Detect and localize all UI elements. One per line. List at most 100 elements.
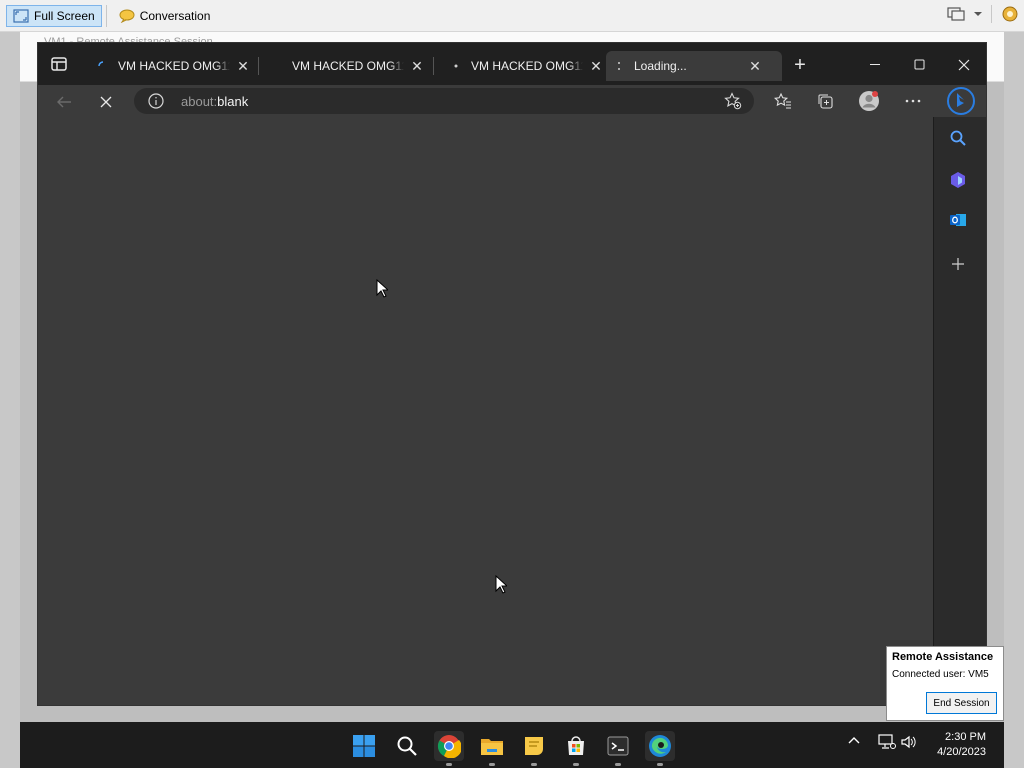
copilot-icon [951,172,965,188]
loading-spinner-icon [618,62,620,70]
collections-icon [818,94,833,109]
stop-loading-button[interactable] [95,91,117,113]
end-session-button[interactable]: End Session [926,692,997,714]
tab-strip: VM HACKED OMG111 ✕ VM HACKED OMG111 ✕ VM… [38,43,986,85]
back-button[interactable] [53,91,75,113]
info-icon[interactable] [148,93,164,109]
tab-title: VM HACKED OMG111 [292,59,404,73]
tab-title: Loading... [634,59,687,73]
sidebar-search-button[interactable] [947,127,969,149]
terminal-icon [607,736,629,756]
close-window-button[interactable] [942,51,986,79]
close-icon[interactable]: ✕ [589,58,603,74]
url-scheme: about: [181,94,218,109]
maximize-button[interactable] [898,51,942,79]
edge-icon [649,735,671,757]
favorites-button[interactable] [772,90,794,112]
taskbar-terminal-button[interactable] [603,731,633,766]
taskbar-search-button[interactable] [392,731,422,761]
store-icon [568,736,584,755]
chevron-up-icon [848,737,860,744]
bing-chat-button[interactable] [946,86,976,116]
taskbar-file-explorer-button[interactable] [477,731,507,766]
full-screen-icon [13,8,29,23]
address-bar-row: about:blank [38,85,986,117]
clock-date: 4/20/2023 [937,746,986,758]
sticky-notes-icon [525,737,543,755]
minimize-button[interactable] [854,51,898,79]
network-icon [878,734,896,749]
collections-button[interactable] [814,90,836,112]
tab-title: VM HACKED OMG111 [118,59,230,73]
taskbar-edge-button[interactable] [645,731,675,766]
sidebar-outlook-button[interactable] [947,209,969,231]
tab[interactable]: VM HACKED OMG111 ✕ [90,51,250,81]
connected-user-text: Connected user: VM5 [892,669,989,680]
search-icon [397,736,417,756]
edge-browser-window: VM HACKED OMG111 ✕ VM HACKED OMG111 ✕ VM… [37,42,987,706]
windows-logo-icon [353,735,375,757]
taskbar-store-button[interactable] [561,731,591,766]
tab-title: VM HACKED OMG111 [471,59,583,73]
full-screen-label: Full Screen [34,8,95,23]
add-favorite-icon[interactable] [724,92,742,110]
chevron-down-icon[interactable] [973,10,983,18]
search-icon [950,130,966,146]
taskbar: 2:30 PM 4/20/2023 [20,722,1004,768]
close-icon[interactable]: ✕ [748,58,762,74]
maximize-icon [914,59,925,70]
tab-divider [258,57,259,75]
popup-title: Remote Assistance [892,651,994,663]
display-settings-icon[interactable] [947,6,965,22]
taskbar-chrome-button[interactable] [434,731,464,766]
toolbar-divider [105,4,107,27]
stop-icon [100,96,112,108]
settings-more-button[interactable] [902,90,924,112]
profile-button[interactable] [858,90,880,112]
close-icon[interactable]: ✕ [236,58,250,74]
new-tab-button[interactable]: + [788,51,812,79]
tab-active[interactable]: Loading... ✕ [606,51,782,81]
tab[interactable]: VM HACKED OMG111 ✕ [443,51,603,81]
taskbar-sticky-notes-button[interactable] [519,731,549,766]
page-content[interactable] [38,117,933,705]
chrome-icon [437,735,461,758]
show-hidden-icons-button[interactable] [848,734,860,748]
avatar [859,91,879,111]
tab[interactable]: VM HACKED OMG111 ✕ [284,51,424,81]
conversation-button[interactable]: Conversation [113,5,217,27]
clock-time: 2:30 PM [945,731,986,743]
url-text: about:blank [181,94,248,109]
tab-divider [433,57,434,75]
sidebar-add-button[interactable] [947,253,969,275]
sidebar-copilot-button[interactable] [947,169,969,191]
full-screen-button[interactable]: Full Screen [6,4,102,27]
close-icon[interactable]: ✕ [410,58,424,74]
mouse-cursor-icon [376,279,388,298]
network-status-button[interactable] [878,734,896,753]
folder-icon [481,739,503,755]
more-icon [905,99,921,103]
url-path: blank [217,94,249,109]
close-icon [958,59,970,71]
edge-sidebar [933,117,986,705]
conversation-label: Conversation [139,8,211,23]
remote-assistance-toolbar: Full Screen Conversation [0,0,1024,32]
help-icon[interactable] [1000,5,1020,23]
volume-button[interactable] [900,734,918,753]
toolbar-divider [991,5,992,23]
taskbar-clock[interactable]: 2:30 PM 4/20/2023 [937,730,986,760]
bing-icon [947,87,975,115]
favorites-icon [774,92,791,109]
mouse-cursor-icon [495,575,507,594]
add-icon [952,258,964,270]
loading-spinner-icon [454,64,458,68]
loading-spinner-icon [98,61,104,67]
tab-actions-icon[interactable] [50,55,68,73]
address-input[interactable]: about:blank [134,88,754,114]
start-button[interactable] [349,731,379,761]
volume-icon [901,735,916,749]
conversation-icon [119,9,135,23]
toolbar-right-group [947,5,1020,23]
remote-assistance-popup: Remote Assistance Connected user: VM5 En… [886,646,1004,721]
